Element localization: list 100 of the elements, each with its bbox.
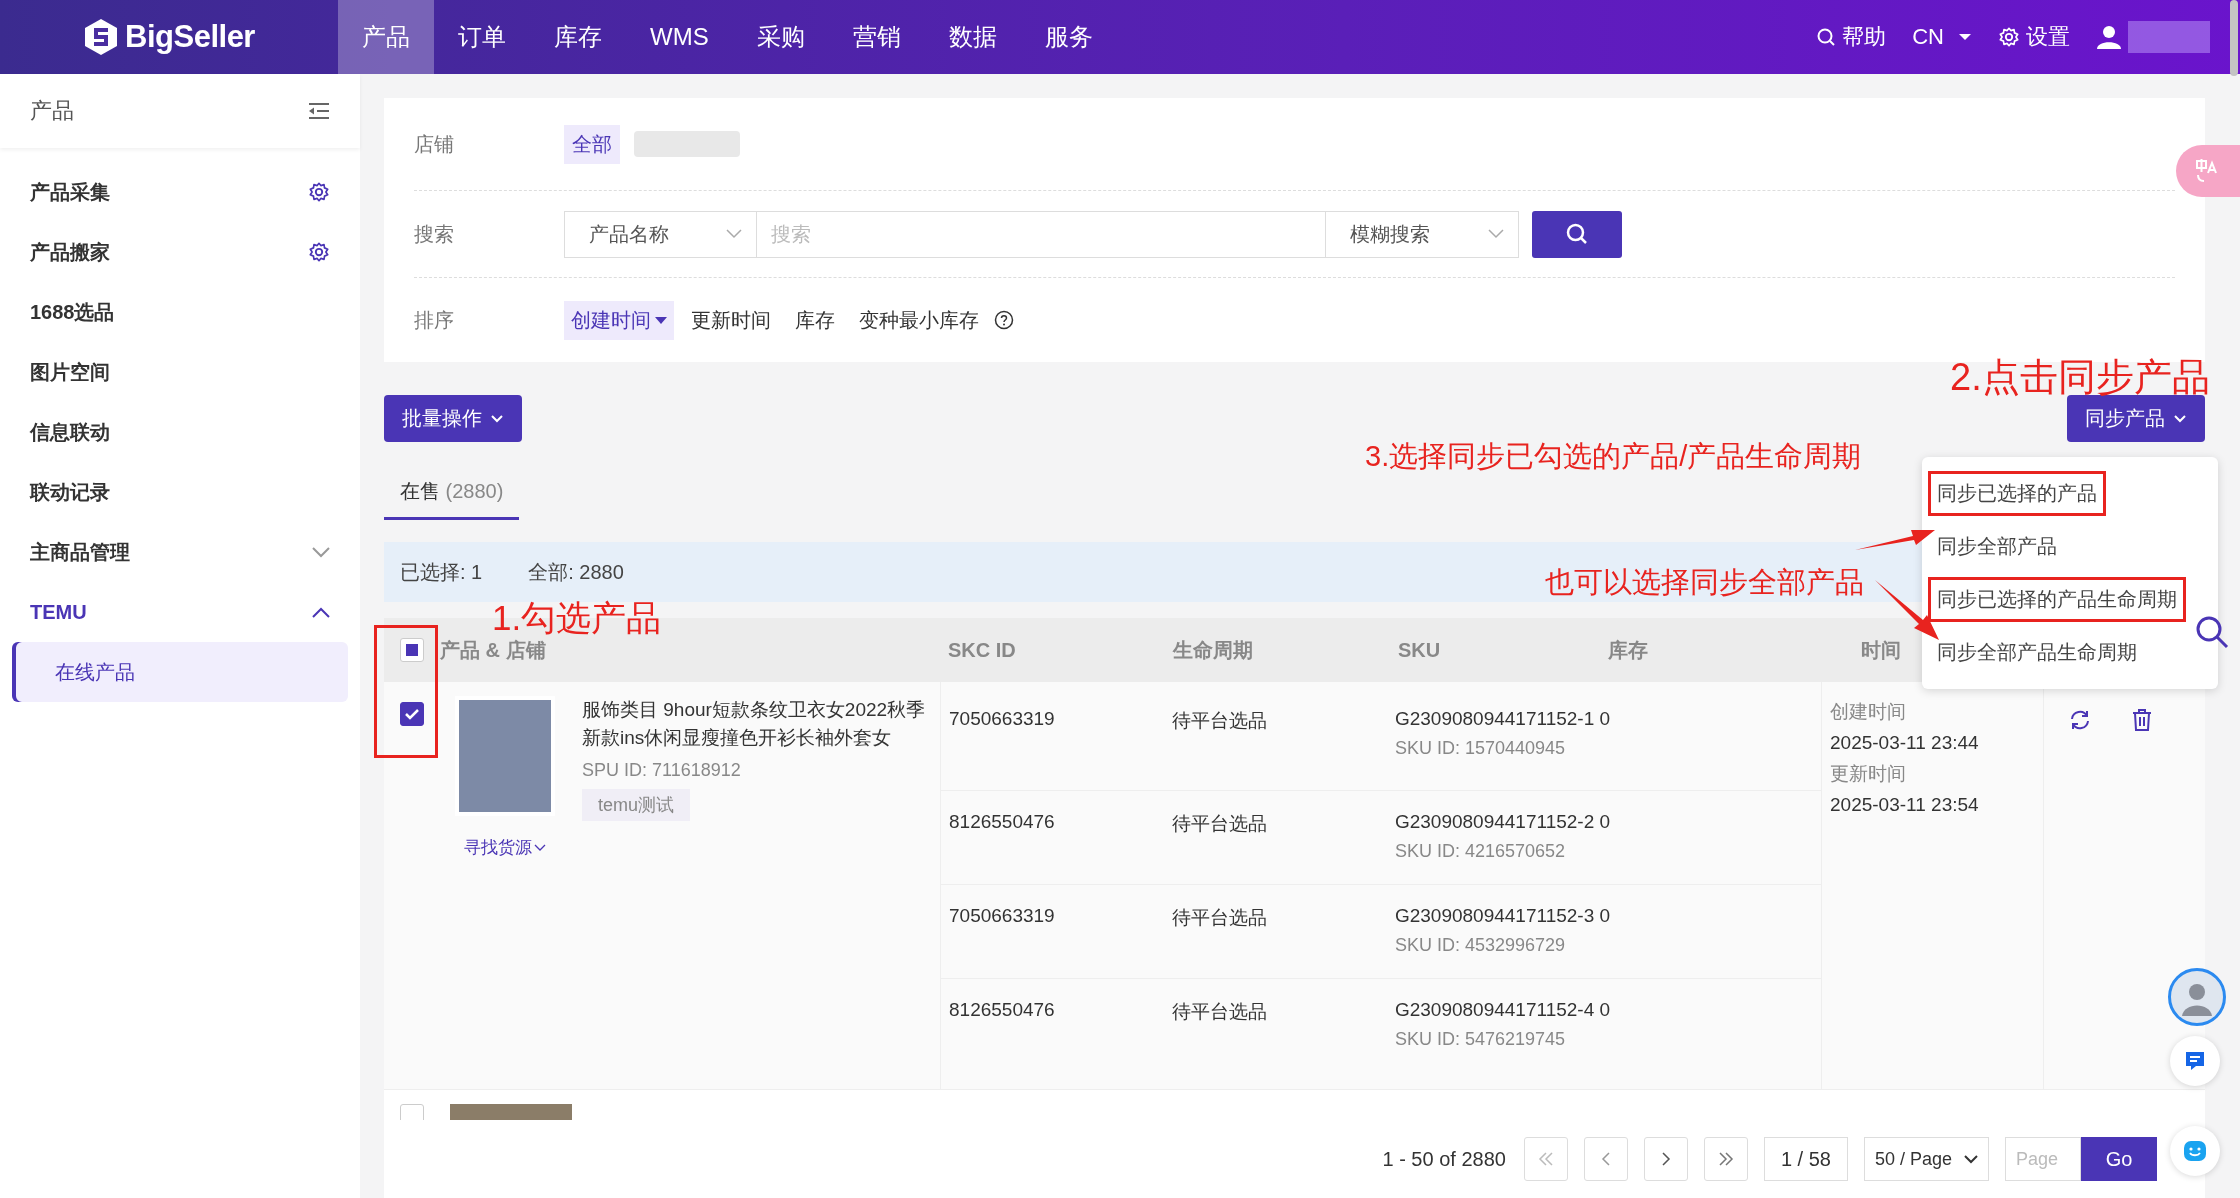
chat-icon[interactable] <box>2183 1049 2207 1073</box>
lifecycle-status: 待平台选品 <box>1171 709 1268 733</box>
skc-id: 7050663319 <box>948 905 1056 928</box>
status-tab[interactable]: 在售 (2880) <box>384 464 520 520</box>
time-label: 创建时间 <box>1830 700 1907 724</box>
settings-icon[interactable] <box>1998 26 2020 48</box>
time-value: 2025-03-11 23:44 <box>1830 731 1980 755</box>
help-icon[interactable] <box>994 310 1014 330</box>
store-option[interactable]: 全部 <box>564 124 620 164</box>
menu-item[interactable]: 同步已选择的产品 <box>1928 471 2106 516</box>
sku-code: G2309080944171152-3 0 <box>1394 905 1612 927</box>
column-header: 产品 & 店铺 <box>440 638 546 661</box>
go-button[interactable]: Go <box>2081 1137 2157 1181</box>
find-source-link[interactable]: 寻找货源 <box>464 836 546 859</box>
gear-icon[interactable] <box>308 241 330 263</box>
nav-tab[interactable]: WMS <box>626 0 733 74</box>
sort-option[interactable]: 变种最小库存 <box>852 300 986 340</box>
filter-label: 搜索 <box>414 221 455 247</box>
sort-option[interactable]: 库存 <box>788 300 842 340</box>
filter-label: 排序 <box>414 307 455 333</box>
sku-id: SKU ID: 1570440945 <box>1394 738 1567 759</box>
sku-code: G2309080944171152-1 0 <box>1394 708 1612 730</box>
chevron-left-icon[interactable] <box>1600 1152 1611 1166</box>
support-avatar[interactable] <box>2168 968 2226 1026</box>
row-checkbox[interactable] <box>400 702 424 726</box>
menu-item[interactable]: 同步全部产品生命周期 <box>1928 630 2146 675</box>
annotation-text: 1.勾选产品 <box>492 600 662 635</box>
lifecycle-status: 待平台选品 <box>1171 906 1268 930</box>
sku-code: G2309080944171152-4 0 <box>1394 999 1612 1021</box>
sort-option[interactable]: 更新时间 <box>684 300 778 340</box>
sidebar-item[interactable]: 1688选品 <box>0 282 360 342</box>
smiley-icon[interactable] <box>2182 1138 2208 1164</box>
sidebar-item[interactable]: 联动记录 <box>0 462 360 522</box>
sku-id: SKU ID: 4532996729 <box>1394 935 1567 956</box>
sku-code: G2309080944171152-2 0 <box>1394 811 1612 833</box>
nav-tab[interactable]: 营销 <box>828 0 925 74</box>
store-tag: temu测试 <box>582 789 691 821</box>
settings-link[interactable]: 设置 <box>1998 22 2070 52</box>
nav-tab[interactable]: 服务 <box>1020 0 1117 74</box>
check-icon[interactable] <box>404 708 420 720</box>
sidebar-item[interactable]: 图片空间 <box>0 342 360 402</box>
collapse-menu-icon[interactable] <box>308 102 330 120</box>
page-input[interactable]: Page <box>2005 1137 2081 1181</box>
logo-text: BigSeller <box>125 19 255 55</box>
chevron-right-icon[interactable] <box>1660 1152 1671 1166</box>
user-icon[interactable] <box>2096 24 2122 50</box>
spu-id: SPU ID: 711618912 <box>582 760 742 781</box>
nav-tab[interactable]: 产品 <box>338 0 434 74</box>
search-field-dropdown[interactable]: 产品名称 <box>564 210 757 258</box>
delete-icon[interactable] <box>2132 708 2152 732</box>
double-chevron-right-icon[interactable] <box>1717 1152 1734 1166</box>
time-value: 2025-03-11 23:54 <box>1830 793 1980 817</box>
sidebar-item[interactable]: 信息联动 <box>0 402 360 462</box>
sort-option[interactable]: 创建时间 <box>564 300 674 340</box>
select-all-checkbox[interactable] <box>400 638 424 662</box>
sidebar-item[interactable]: TEMU <box>0 582 360 642</box>
nav-tab[interactable]: 订单 <box>434 0 530 74</box>
skc-id: 8126550476 <box>948 999 1056 1022</box>
match-mode-dropdown[interactable]: 模糊搜索 <box>1325 210 1519 258</box>
nav-tab[interactable]: 采购 <box>732 0 829 74</box>
sku-id: SKU ID: 4216570652 <box>1394 841 1567 862</box>
column-header: SKU <box>1398 638 1441 661</box>
filter-label: 店铺 <box>414 131 455 157</box>
sidebar-title: 产品 <box>30 97 74 125</box>
page-range: 1 - 50 of 2880 <box>1382 1147 1506 1171</box>
menu-item[interactable]: 同步已选择的产品生命周期 <box>1928 577 2186 622</box>
menu-item[interactable]: 同步全部产品 <box>1928 524 2066 569</box>
column-header: SKC ID <box>948 638 1016 661</box>
chevron-down-icon[interactable] <box>534 843 546 852</box>
total-count: 全部: 2880 <box>528 559 624 585</box>
sync-icon[interactable] <box>2068 708 2092 732</box>
sku-id: SKU ID: 5476219745 <box>1394 1029 1567 1050</box>
scrollbar-thumb[interactable] <box>2230 0 2238 76</box>
annotation-text: 也可以选择同步全部产品 <box>1545 568 1864 597</box>
caret-down-icon[interactable] <box>655 316 667 324</box>
language-selector[interactable]: CN <box>1912 24 1972 50</box>
gear-icon[interactable] <box>308 181 330 203</box>
search-icon[interactable] <box>1565 222 1589 246</box>
search-input[interactable]: 搜索 <box>757 210 1325 258</box>
search-icon[interactable] <box>1816 27 1837 47</box>
skc-id: 8126550476 <box>948 811 1056 834</box>
sidebar-item[interactable]: 产品采集 <box>0 162 360 222</box>
sidebar-subitem[interactable]: 在线产品 <box>12 642 348 702</box>
search-button[interactable] <box>1532 210 1622 258</box>
help-link[interactable]: 帮助 <box>1816 22 1887 52</box>
search-icon[interactable] <box>2195 615 2229 649</box>
column-header: 库存 <box>1608 638 1648 661</box>
bulk-actions-button[interactable]: 批量操作 <box>384 395 522 442</box>
product-title: 服饰类目 9hour短款条纹卫衣女2022秋季新款ins休闲显瘦撞色开衫长袖外套女 <box>582 698 927 750</box>
page-size-dropdown[interactable]: 50 / Page <box>1863 1137 1989 1181</box>
sidebar-item[interactable]: 产品搬家 <box>0 222 360 282</box>
page-indicator: 1 / 58 <box>1763 1137 1848 1181</box>
nav-tab[interactable]: 数据 <box>924 0 1021 74</box>
lifecycle-status: 待平台选品 <box>1171 1000 1268 1024</box>
sidebar-item[interactable]: 主商品管理 <box>0 522 360 582</box>
caret-icon[interactable] <box>1958 33 1972 41</box>
annotation-text: 2.点击同步产品 <box>1950 358 2210 396</box>
sync-products-button[interactable]: 同步产品 <box>2067 395 2205 442</box>
nav-tab[interactable]: 库存 <box>530 0 626 74</box>
chevron-down-icon[interactable] <box>1964 1154 1978 1164</box>
